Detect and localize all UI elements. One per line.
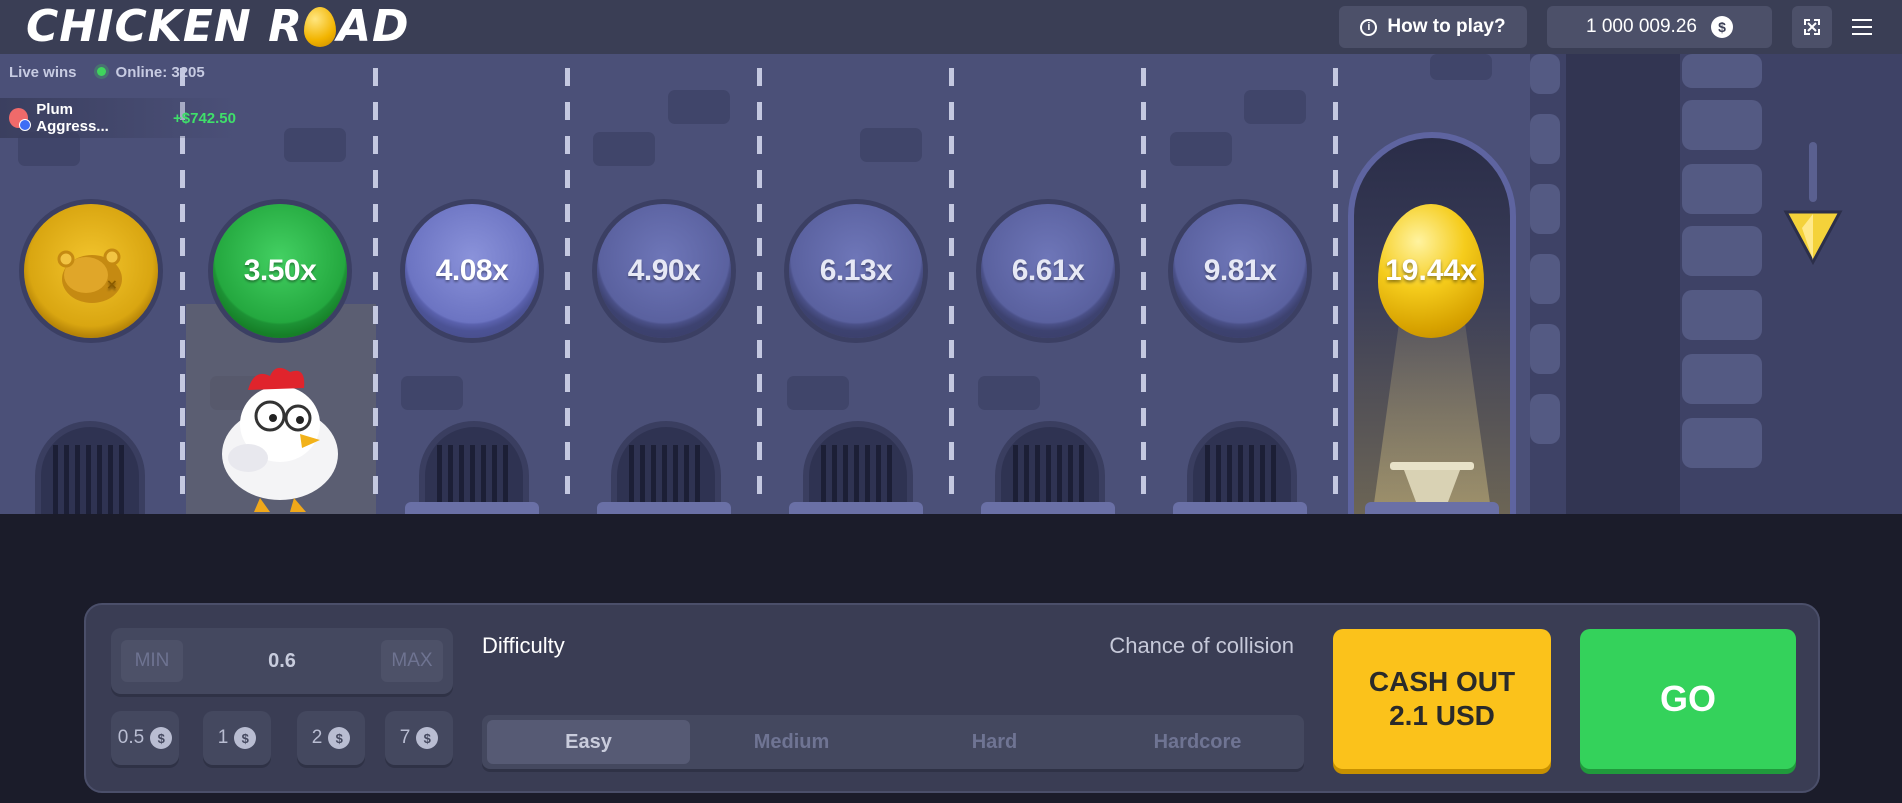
fullscreen-icon [1804, 19, 1820, 35]
live-wins-label: Live wins [9, 64, 77, 81]
multiplier-label: 9.81x [1203, 254, 1277, 287]
svg-text:×: × [106, 277, 117, 293]
quick-bet-chip[interactable]: 1 $ [203, 711, 271, 765]
win-amount: +$742.50 [173, 109, 236, 127]
difficulty-hard[interactable]: Hard [893, 720, 1096, 764]
sewer-grate [1187, 421, 1297, 514]
game-root: × 3.50x 4.08x 4.90x 6.13x 6.61x 9.81x 19… [0, 0, 1902, 803]
dollar-coin-icon: $ [328, 727, 351, 749]
cash-out-label: CASH OUT [1368, 666, 1516, 697]
multiplier-label: 6.13x [819, 254, 893, 287]
sewer-grate [995, 421, 1105, 514]
multiplier-lane-3[interactable]: 4.90x [597, 204, 731, 338]
lane-divider [757, 68, 762, 508]
multiplier-lane-1[interactable]: 3.50x [213, 204, 347, 338]
lane-divider [373, 68, 378, 508]
live-win-item: Plum Aggress... +$742.50 [0, 98, 236, 138]
roast-chicken-icon: × [57, 248, 122, 303]
game-logo: CHICKEN R AD [26, 1, 410, 52]
dollar-coin-icon: $ [150, 727, 173, 749]
lane-divider [1333, 68, 1338, 508]
how-to-play-label: How to play? [1387, 16, 1506, 37]
info-icon: i [1360, 18, 1378, 36]
menu-button[interactable] [1852, 8, 1882, 46]
multiplier-lane-5[interactable]: 6.61x [981, 204, 1115, 338]
final-multiplier-label: 19.44x [1385, 254, 1477, 287]
balance-value: 1 000 009.26 [1586, 16, 1697, 37]
online-dot-icon [96, 67, 106, 76]
avatar [9, 108, 32, 131]
lantern-icon [1783, 142, 1843, 266]
go-button[interactable]: GO [1580, 629, 1796, 769]
cash-out-amount: 2.1 USD [1389, 700, 1495, 731]
dollar-coin-icon: $ [1710, 16, 1733, 38]
winner-name: Plum Aggress... [36, 101, 109, 135]
difficulty-medium[interactable]: Medium [690, 720, 893, 764]
control-panel: MIN 0.6 MAX 0.5 $ 1 $ 2 $ 7 $ Difficulty Cha… [84, 603, 1820, 793]
bet-amount-input[interactable]: MIN 0.6 MAX [111, 628, 453, 694]
multiplier-label: 6.61x [1011, 254, 1085, 287]
sewer-grate [419, 421, 529, 514]
bet-value[interactable]: 0.6 [211, 628, 353, 694]
multiplier-lane-6[interactable]: 9.81x [1173, 204, 1307, 338]
lane-divider [565, 68, 570, 508]
difficulty-hardcore[interactable]: Hardcore [1096, 720, 1299, 764]
top-bar: CHICKEN R AD i How to play? 1 000 009.26 … [0, 0, 1902, 54]
fullscreen-button[interactable] [1792, 6, 1832, 48]
dollar-coin-icon: $ [416, 727, 439, 749]
difficulty-easy[interactable]: Easy [487, 720, 690, 764]
sewer-grate [611, 421, 721, 514]
chance-of-collision-label: Chance of collision [1109, 633, 1294, 658]
difficulty-selector: Easy Medium Hard Hardcore [482, 715, 1304, 769]
lane-divider [1141, 68, 1146, 508]
multiplier-lane-2[interactable]: 4.08x [405, 204, 539, 338]
sewer-grate [803, 421, 913, 514]
max-bet-button[interactable]: MAX [381, 640, 443, 682]
pedestal [1390, 462, 1474, 502]
game-scene: × 3.50x 4.08x 4.90x 6.13x 6.61x 9.81x 19… [0, 54, 1902, 514]
tower-column [1566, 54, 1680, 514]
dollar-coin-icon: $ [234, 727, 257, 749]
multiplier-label: 3.50x [243, 254, 317, 287]
balance-display: 1 000 009.26 $ [1547, 6, 1772, 48]
egg-icon [303, 7, 336, 47]
multiplier-lane-4[interactable]: 6.13x [789, 204, 923, 338]
quick-bet-chip[interactable]: 7 $ [385, 711, 453, 765]
quick-bet-chip[interactable]: 2 $ [297, 711, 365, 765]
quick-bet-chip[interactable]: 0.5 $ [111, 711, 179, 765]
online-count: Online: 3205 [96, 64, 205, 81]
sewer-grate [35, 421, 145, 514]
multiplier-label: 4.08x [435, 254, 509, 287]
start-coin: × [24, 204, 158, 338]
min-bet-button[interactable]: MIN [121, 640, 183, 682]
live-wins-panel: Live wins Online: 3205 Plum Aggress... +… [0, 54, 236, 140]
lane-divider [949, 68, 954, 508]
difficulty-label: Difficulty [482, 633, 565, 658]
chicken-character [222, 367, 338, 512]
cash-out-button[interactable]: CASH OUT 2.1 USD [1333, 629, 1551, 769]
multiplier-label: 4.90x [627, 254, 701, 287]
how-to-play-button[interactable]: i How to play? [1339, 6, 1527, 48]
